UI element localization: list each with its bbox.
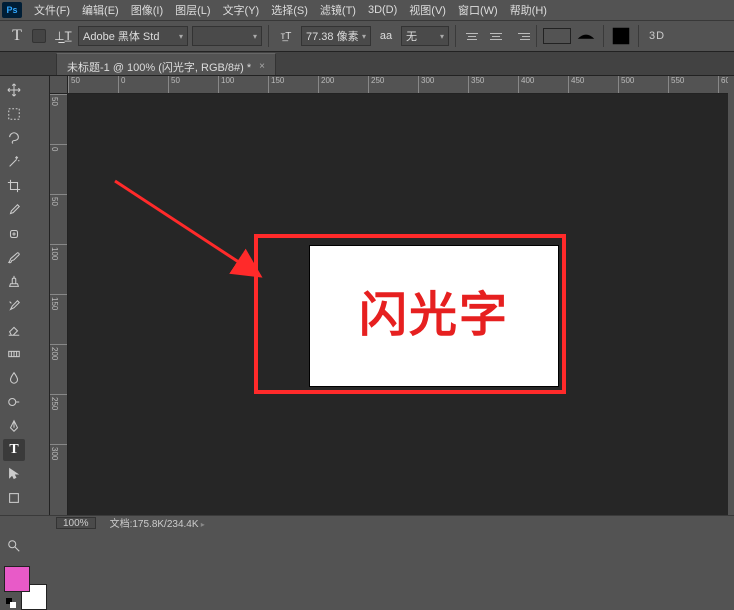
menu-help[interactable]: 帮助(H) xyxy=(504,0,553,20)
foreground-color-swatch[interactable] xyxy=(4,566,30,592)
warp-text-icon[interactable] xyxy=(575,25,597,47)
zoom-tool[interactable] xyxy=(3,535,25,557)
spot-heal-tool[interactable] xyxy=(3,223,25,245)
canvas-area[interactable]: 50050100150200250300350400450500550600 5… xyxy=(50,76,728,515)
3d-button[interactable]: 3D xyxy=(645,30,669,42)
dropdown-caret-icon: ▾ xyxy=(440,32,444,41)
marquee-tool[interactable] xyxy=(3,103,25,125)
text-orientation-icon[interactable]: ⊥̲T̲ xyxy=(52,25,74,47)
menu-type[interactable]: 文字(Y) xyxy=(217,0,266,20)
workspace: T 50050100150200250300350400450500550600… xyxy=(0,76,734,515)
pen-tool[interactable] xyxy=(3,415,25,437)
antialias-value: 无 xyxy=(406,28,417,44)
brush-tool[interactable] xyxy=(3,247,25,269)
path-select-tool[interactable] xyxy=(3,463,25,485)
horizontal-ruler[interactable]: 50050100150200250300350400450500550600 xyxy=(68,76,728,94)
font-size-icon: т̲T xyxy=(275,25,297,47)
magic-wand-tool[interactable] xyxy=(3,151,25,173)
status-bar: 100% 文档:175.8K/234.4K xyxy=(0,515,734,529)
character-panel-icon[interactable] xyxy=(610,25,632,47)
tools-panel: T xyxy=(0,76,50,515)
app-logo: Ps xyxy=(2,2,22,18)
divider xyxy=(638,25,639,47)
menu-select[interactable]: 选择(S) xyxy=(265,0,314,20)
vertical-ruler[interactable]: 50050100150200250300 xyxy=(50,94,68,515)
align-center-button[interactable] xyxy=(486,27,506,45)
text-orientation-toggle[interactable] xyxy=(32,29,46,43)
crop-tool[interactable] xyxy=(3,175,25,197)
menu-image[interactable]: 图像(I) xyxy=(125,0,169,20)
document-tab-bar: 未标题-1 @ 100% (闪光字, RGB/8#) * × xyxy=(0,52,734,76)
dodge-tool[interactable] xyxy=(3,391,25,413)
clone-stamp-tool[interactable] xyxy=(3,271,25,293)
divider xyxy=(536,25,537,47)
divider xyxy=(603,25,604,47)
blur-tool[interactable] xyxy=(3,367,25,389)
type-tool-indicator-icon: T xyxy=(6,25,28,47)
history-brush-tool[interactable] xyxy=(3,295,25,317)
eyedropper-tool[interactable] xyxy=(3,199,25,221)
menu-bar: Ps 文件(F) 编辑(E) 图像(I) 图层(L) 文字(Y) 选择(S) 滤… xyxy=(0,0,734,20)
antialias-label: aa xyxy=(375,25,397,47)
text-color-swatch[interactable] xyxy=(543,28,571,44)
font-size-select[interactable]: 77.38 像素 ▾ xyxy=(301,26,371,46)
menu-view[interactable]: 视图(V) xyxy=(403,0,452,20)
ruler-origin[interactable] xyxy=(50,76,68,94)
font-family-select[interactable]: Adobe 黑体 Std ▾ xyxy=(78,26,188,46)
annotation-arrow-icon xyxy=(110,176,280,296)
color-picker[interactable] xyxy=(4,566,47,610)
default-colors-icon[interactable] xyxy=(6,598,16,608)
move-tool[interactable] xyxy=(3,79,25,101)
document-info[interactable]: 文档:175.8K/234.4K xyxy=(110,515,205,530)
divider xyxy=(268,25,269,47)
zoom-level-field[interactable]: 100% xyxy=(56,517,96,529)
type-tool[interactable]: T xyxy=(3,439,25,461)
options-bar: T ⊥̲T̲ Adobe 黑体 Std ▾ ▾ т̲T 77.38 像素 ▾ a… xyxy=(0,20,734,52)
divider xyxy=(455,25,456,47)
align-right-button[interactable] xyxy=(510,27,530,45)
menu-3d[interactable]: 3D(D) xyxy=(362,2,403,18)
menu-layer[interactable]: 图层(L) xyxy=(169,0,216,20)
menu-file[interactable]: 文件(F) xyxy=(28,0,76,20)
eraser-tool[interactable] xyxy=(3,319,25,341)
close-tab-icon[interactable]: × xyxy=(259,61,265,72)
dropdown-caret-icon: ▾ xyxy=(253,32,257,41)
gradient-tool[interactable] xyxy=(3,343,25,365)
right-gutter xyxy=(728,76,734,515)
document-tab-title: 未标题-1 @ 100% (闪光字, RGB/8#) * xyxy=(67,59,251,75)
font-style-select[interactable]: ▾ xyxy=(192,26,262,46)
dropdown-caret-icon: ▾ xyxy=(179,32,183,41)
menu-window[interactable]: 窗口(W) xyxy=(452,0,504,20)
font-family-value: Adobe 黑体 Std xyxy=(83,28,159,44)
canvas-text-layer[interactable]: 闪光字 xyxy=(310,246,558,386)
antialias-select[interactable]: 无 ▾ xyxy=(401,26,449,46)
align-left-button[interactable] xyxy=(462,27,482,45)
lasso-tool[interactable] xyxy=(3,127,25,149)
document-tab[interactable]: 未标题-1 @ 100% (闪光字, RGB/8#) * × xyxy=(56,53,276,75)
document-canvas[interactable]: 闪光字 xyxy=(310,246,558,386)
menu-edit[interactable]: 编辑(E) xyxy=(76,0,125,20)
shape-tool[interactable] xyxy=(3,487,25,509)
dropdown-caret-icon: ▾ xyxy=(362,32,366,41)
font-size-value: 77.38 像素 xyxy=(306,28,359,44)
menu-filter[interactable]: 滤镜(T) xyxy=(314,0,362,20)
